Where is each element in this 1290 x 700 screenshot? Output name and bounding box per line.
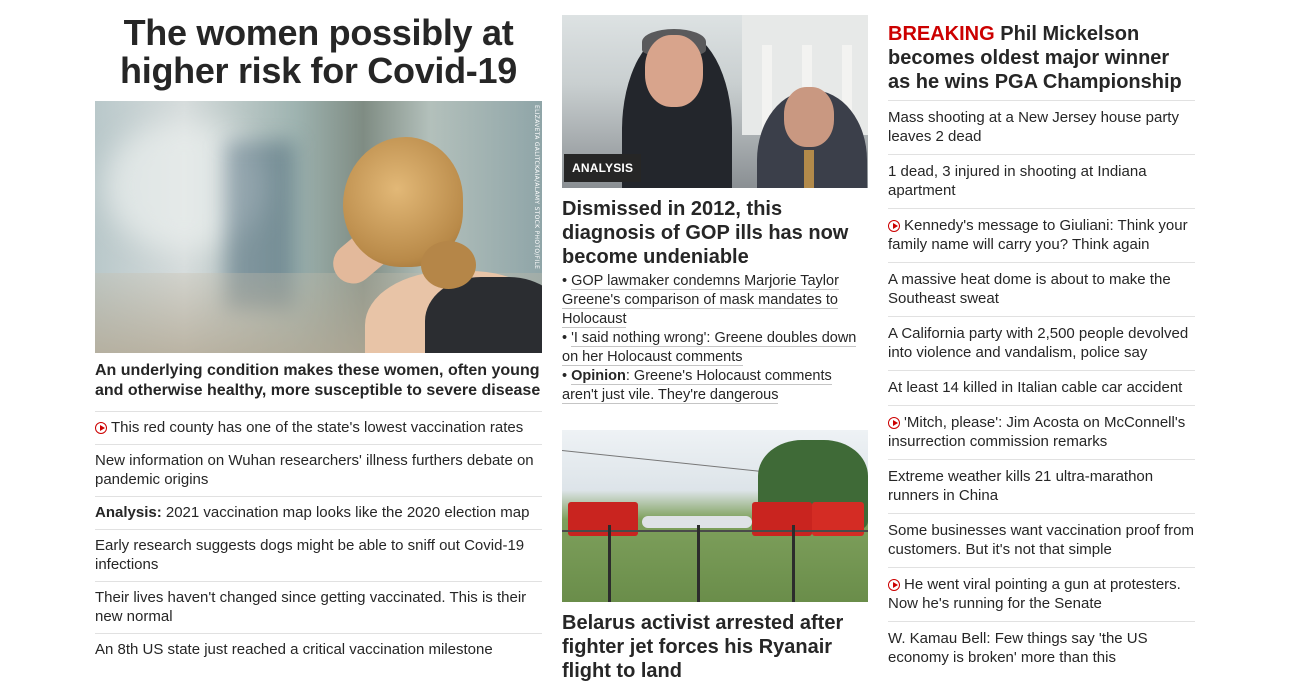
breaking-label: BREAKING [888, 23, 995, 45]
zone-top-stories: BREAKING Phil Mickelson becomes oldest m… [888, 22, 1195, 675]
gop-headline[interactable]: Dismissed in 2012, this diagnosis of GOP… [562, 197, 868, 269]
list-item[interactable]: Some businesses want vaccination proof f… [888, 513, 1195, 567]
related-link[interactable]: 'I said nothing wrong': Greene doubles d… [562, 330, 857, 366]
image-credit: ELIZAVETA GALITCKAIA/ALAMY STOCK PHOTO/F… [533, 105, 540, 270]
opinion-label: Opinion [571, 368, 626, 384]
list-item[interactable]: Early research suggests dogs might be ab… [95, 529, 542, 581]
list-item[interactable]: At least 14 killed in Italian cable car … [888, 370, 1195, 405]
list-item[interactable]: Their lives haven't changed since gettin… [95, 581, 542, 633]
lead-headline[interactable]: The women possibly at higher risk for Co… [95, 14, 542, 90]
belarus-headline[interactable]: Belarus activist arrested after fighter … [562, 611, 868, 683]
belarus-image[interactable] [562, 430, 868, 602]
analysis-label: Analysis: [95, 504, 162, 521]
zone-politics: ANALYSIS Dismissed in 2012, this diagnos… [562, 15, 868, 683]
related-link[interactable]: GOP lawmaker condemns Marjorie Taylor Gr… [562, 273, 839, 328]
list-item[interactable]: W. Kamau Bell: Few things say 'the US ec… [888, 621, 1195, 675]
covid-link-list: This red county has one of the state's l… [95, 411, 542, 666]
bullet-mark: • [562, 273, 568, 289]
bullet-mark: • [562, 368, 568, 384]
play-video-icon [888, 220, 900, 232]
zone-covid: The women possibly at higher risk for Co… [95, 0, 542, 666]
related-links: • GOP lawmaker condemns Marjorie Taylor … [562, 272, 868, 405]
list-item[interactable]: A massive heat dome is about to make the… [888, 262, 1195, 316]
list-item[interactable]: This red county has one of the state's l… [95, 411, 542, 444]
list-item[interactable]: 1 dead, 3 injured in shooting at Indiana… [888, 154, 1195, 208]
list-item[interactable]: An 8th US state just reached a critical … [95, 633, 542, 666]
list-item[interactable]: Extreme weather kills 21 ultra-marathon … [888, 459, 1195, 513]
list-item[interactable]: 'Mitch, please': Jim Acosta on McConnell… [888, 405, 1195, 459]
play-video-icon [888, 579, 900, 591]
lead-image[interactable]: ELIZAVETA GALITCKAIA/ALAMY STOCK PHOTO/F… [95, 101, 542, 353]
related-link[interactable]: Opinion: Greene's Holocaust comments are… [562, 368, 832, 404]
related-link-1: • GOP lawmaker condemns Marjorie Taylor … [562, 272, 868, 329]
list-item[interactable]: Kennedy's message to Giuliani: Think you… [888, 208, 1195, 262]
list-item[interactable]: New information on Wuhan researchers' il… [95, 444, 542, 496]
related-link-2: • 'I said nothing wrong': Greene doubles… [562, 329, 868, 367]
lead-caption[interactable]: An underlying condition makes these wome… [95, 361, 542, 401]
bullet-mark: • [562, 330, 568, 346]
list-item[interactable]: A California party with 2,500 people dev… [888, 316, 1195, 370]
gop-image[interactable]: ANALYSIS [562, 15, 868, 188]
list-item[interactable]: Mass shooting at a New Jersey house part… [888, 100, 1195, 154]
breaking-headline[interactable]: BREAKING Phil Mickelson becomes oldest m… [888, 22, 1195, 94]
list-item[interactable]: He went viral pointing a gun at proteste… [888, 567, 1195, 621]
play-video-icon [888, 417, 900, 429]
play-video-icon [95, 422, 107, 434]
analysis-tag: ANALYSIS [564, 154, 642, 182]
related-link-3: • Opinion: Greene's Holocaust comments a… [562, 367, 868, 405]
list-item[interactable]: Analysis: 2021 vaccination map looks lik… [95, 496, 542, 529]
top-stories-list: Mass shooting at a New Jersey house part… [888, 100, 1195, 675]
